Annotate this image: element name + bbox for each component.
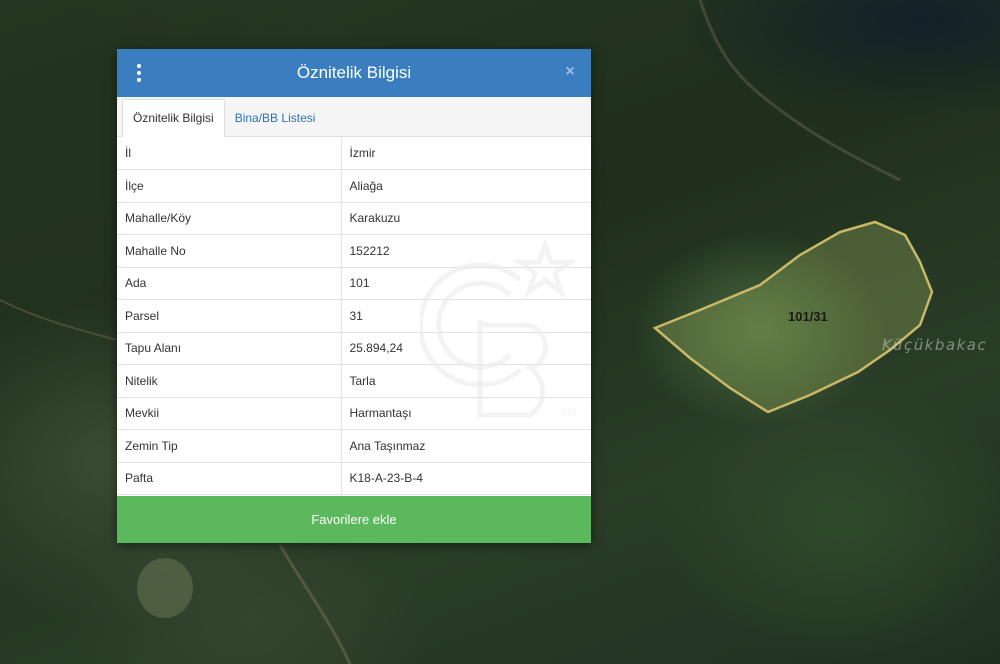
attribute-key: İlçe — [117, 169, 342, 203]
map-road — [698, 0, 901, 182]
attribute-key: Ada — [117, 267, 342, 300]
attribute-key: Mevkii — [117, 397, 342, 430]
attribute-table: İl İzmir İlçe Aliağa Mahalle/Köy Karakuzu M… — [117, 137, 591, 495]
add-to-favorites-button[interactable]: Favorilere ekle — [117, 496, 591, 543]
attribute-value: 25.894,24 — [341, 332, 591, 365]
table-row: Zemin Tip Ana Taşınmaz — [117, 429, 591, 463]
map-road — [278, 544, 352, 664]
attribute-key: Pafta — [117, 462, 342, 495]
table-row: Ada 101 — [117, 267, 591, 300]
table-row: Mevkii Harmantaşı — [117, 397, 591, 430]
attribute-value: İzmir — [341, 137, 591, 170]
attribute-value: K18-A-23-B-4 — [341, 462, 591, 495]
attribute-key: Mahalle/Köy — [117, 202, 342, 235]
table-row: Mahalle/Köy Karakuzu — [117, 202, 591, 235]
attribute-key: Tapu Alanı — [117, 332, 342, 365]
table-row: İl İzmir — [117, 137, 591, 170]
attribute-value: Aliağa — [341, 169, 591, 203]
table-row: İlçe Aliağa — [117, 169, 591, 203]
attribute-key: İl — [117, 137, 342, 170]
table-row: Mahalle No 152212 — [117, 234, 591, 268]
table-row: Tapu Alanı 25.894,24 — [117, 332, 591, 365]
attribute-value: 101 — [341, 267, 591, 300]
table-row: Parsel 31 — [117, 299, 591, 333]
tab-attribute-info[interactable]: Öznitelik Bilgisi — [122, 99, 225, 137]
table-row: Nitelik Tarla — [117, 364, 591, 398]
map-pond — [137, 558, 193, 618]
attribute-value: Harmantaşı — [341, 397, 591, 430]
place-label: Küçükbakac — [882, 336, 988, 354]
attribute-key: Mahalle No — [117, 234, 342, 268]
vertical-dots-icon[interactable] — [131, 63, 147, 83]
attribute-key: Parsel — [117, 299, 342, 333]
dialog-title: Öznitelik Bilgisi — [296, 63, 412, 82]
attribute-dialog: Öznitelik Bilgisi × Öznitelik Bilgisi Bi… — [117, 49, 591, 543]
table-row: Pafta K18-A-23-B-4 — [117, 462, 591, 495]
close-icon[interactable]: × — [561, 62, 579, 82]
attribute-value: Ana Taşınmaz — [341, 429, 591, 463]
attribute-key: Nitelik — [117, 364, 342, 398]
attribute-value: Tarla — [341, 364, 591, 398]
attribute-value: 152212 — [341, 234, 591, 268]
tab-building-list[interactable]: Bina/BB Listesi — [225, 100, 326, 136]
attribute-value: 31 — [341, 299, 591, 333]
attribute-value: Karakuzu — [341, 202, 591, 235]
attribute-key: Zemin Tip — [117, 429, 342, 463]
parcel-label: 101/31 — [788, 309, 828, 324]
dialog-header: Öznitelik Bilgisi × — [117, 49, 591, 97]
tab-bar: Öznitelik Bilgisi Bina/BB Listesi — [117, 97, 591, 137]
map-road — [0, 299, 118, 341]
